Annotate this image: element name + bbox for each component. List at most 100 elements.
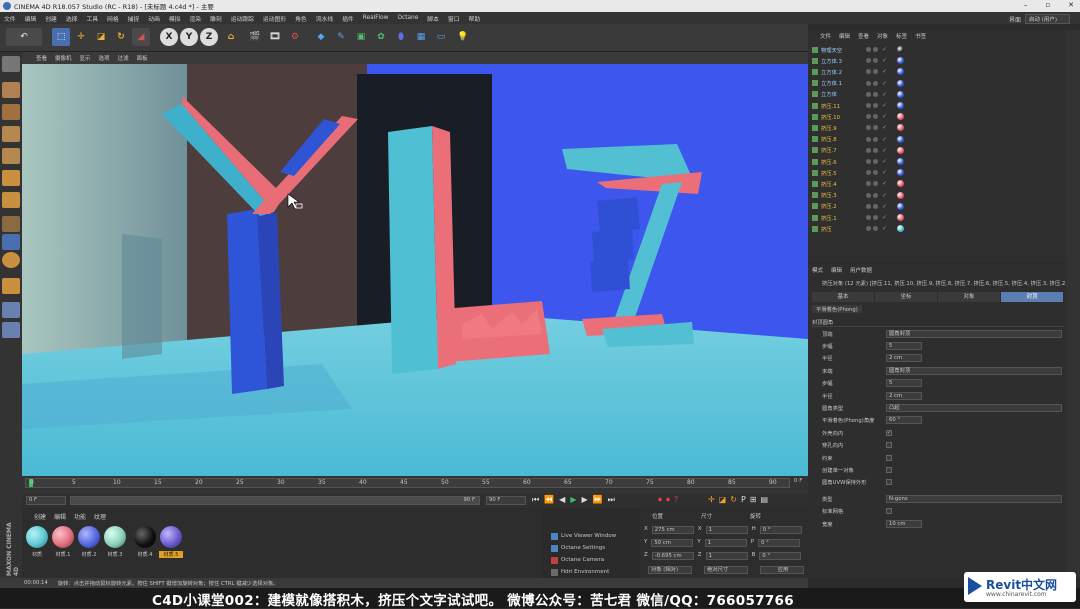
viewport-menu-options[interactable]: 选项 — [99, 54, 110, 62]
menu-animate[interactable]: 动画 — [148, 14, 160, 23]
enable-check-icon[interactable]: ✓ — [882, 147, 887, 154]
material-tag-icon[interactable] — [897, 202, 905, 210]
close-button[interactable]: ✕ — [1068, 1, 1074, 9]
material-tag-icon[interactable] — [897, 158, 905, 165]
keyframe-selection-icon[interactable]: ? — [674, 495, 678, 505]
material-swatch[interactable] — [52, 526, 74, 548]
material-tag-icon[interactable] — [897, 225, 905, 233]
cube-icon[interactable]: ◆ — [312, 28, 330, 46]
visibility-toggles[interactable] — [866, 203, 878, 209]
object-row[interactable]: 挤压.5 ✓ — [812, 167, 1064, 178]
menu-file[interactable]: 文件 — [4, 14, 16, 23]
position-field[interactable]: -0.695 cm — [651, 552, 694, 560]
attribute-number-field[interactable]: 10 cm — [886, 519, 922, 528]
material-swatch[interactable] — [78, 526, 100, 548]
minimize-button[interactable]: – — [1024, 1, 1028, 9]
select-icon[interactable]: ⬚ — [52, 28, 70, 46]
enable-check-icon[interactable]: ✓ — [882, 158, 887, 165]
tab-caps[interactable]: 封顶 — [1001, 292, 1064, 302]
menu-pipeline[interactable]: 流水线 — [316, 14, 333, 23]
attribute-checkbox[interactable] — [886, 442, 892, 449]
menu-sculpt[interactable]: 雕刻 — [210, 14, 222, 23]
menu-script[interactable]: 脚本 — [427, 14, 439, 23]
visibility-toggles[interactable] — [866, 91, 878, 97]
material-tag-icon[interactable] — [897, 46, 905, 53]
viewport-menu-display[interactable]: 显示 — [80, 54, 91, 62]
attr-menu-userdata[interactable]: 用户数据 — [850, 266, 872, 274]
octane-camera-item[interactable]: Octane Camera — [548, 554, 638, 566]
spline-pen-icon[interactable]: ✎ — [332, 28, 350, 46]
material-tag-icon[interactable] — [897, 102, 905, 109]
menu-edit[interactable]: 编辑 — [25, 14, 37, 23]
enable-check-icon[interactable]: ✓ — [882, 46, 887, 53]
material-menu-create[interactable]: 创建 — [34, 512, 46, 521]
object-row[interactable]: 挤压.11 ✓ — [812, 100, 1064, 111]
range-slider[interactable]: 90 F — [70, 496, 480, 505]
size-field[interactable]: 1 — [705, 526, 748, 534]
enable-check-icon[interactable]: ✓ — [882, 214, 887, 221]
attribute-checkbox[interactable] — [886, 454, 892, 461]
key-pla-icon[interactable]: ⊞ — [750, 495, 757, 504]
attribute-checkbox[interactable]: ✓ — [886, 429, 892, 436]
record-icon[interactable]: ⏺ — [658, 495, 662, 505]
recent-tool-icon[interactable]: ◢ — [132, 28, 150, 46]
soft-selection-icon[interactable] — [2, 234, 20, 250]
apply-button[interactable]: 应用 — [760, 566, 804, 574]
object-row[interactable]: 挤压 ✓ — [812, 223, 1064, 234]
obj-menu-objects[interactable]: 对象 — [877, 32, 888, 40]
material-swatch[interactable] — [160, 526, 182, 548]
octane-live-viewer-item[interactable]: Live Viewer Window — [548, 530, 638, 542]
menu-character[interactable]: 角色 — [295, 14, 307, 23]
visibility-toggles[interactable] — [866, 181, 878, 187]
attr-menu-mode[interactable]: 模式 — [812, 266, 823, 274]
object-row[interactable]: 挤压.7 ✓ — [812, 145, 1064, 156]
tab-object[interactable]: 对象 — [938, 292, 1001, 302]
z-axis-icon[interactable]: Z — [200, 28, 218, 46]
axis-mode-icon[interactable] — [2, 216, 20, 232]
size-field[interactable]: 1 — [704, 539, 747, 547]
object-row[interactable]: 挤压.9 ✓ — [812, 122, 1064, 133]
prev-frame-icon[interactable]: ◀ — [559, 495, 565, 505]
edges-mode-icon[interactable] — [2, 170, 20, 186]
end-frame-field[interactable]: 90 F — [486, 496, 526, 505]
attribute-number-field[interactable]: 60 ° — [886, 416, 922, 425]
visibility-toggles[interactable] — [866, 147, 878, 153]
object-row[interactable]: 挤压.1 ✓ — [812, 212, 1064, 223]
prev-key-icon[interactable]: ⏪ — [544, 495, 554, 505]
camera-icon[interactable]: ▭ — [432, 28, 450, 46]
obj-menu-view[interactable]: 查看 — [858, 32, 869, 40]
position-field[interactable]: 275 cm — [651, 526, 694, 534]
material-swatch[interactable] — [134, 526, 156, 548]
visibility-toggles[interactable] — [866, 114, 878, 120]
attribute-dropdown[interactable]: 圆角封顶 — [886, 329, 1062, 338]
enable-check-icon[interactable]: ✓ — [882, 180, 887, 187]
menu-realflow[interactable]: RealFlow — [363, 15, 389, 21]
start-frame-field[interactable]: 0 F — [26, 496, 66, 505]
timeline-window-icon[interactable]: ▤ — [761, 495, 769, 504]
workplane-icon[interactable] — [2, 126, 20, 142]
timeline-ruler[interactable]: 0 5 10 15 20 25 30 35 40 45 50 55 60 65 … — [25, 478, 790, 488]
render-settings-icon[interactable]: ⚙ — [286, 28, 304, 46]
obj-menu-edit[interactable]: 编辑 — [839, 32, 850, 40]
attribute-number-field[interactable]: 2 cm — [886, 354, 922, 363]
y-axis-icon[interactable]: Y — [180, 28, 198, 46]
go-to-start-icon[interactable]: ⏮ — [532, 495, 539, 505]
subdivision-icon[interactable]: ▣ — [352, 28, 370, 46]
attribute-number-field[interactable]: 2 cm — [886, 391, 922, 400]
visibility-toggles[interactable] — [866, 226, 878, 232]
material-tag-icon[interactable] — [897, 214, 905, 221]
visibility-toggles[interactable] — [866, 170, 878, 176]
key-position-icon[interactable]: ✛ — [708, 495, 715, 504]
size-field[interactable]: 1 — [705, 552, 748, 560]
attribute-checkbox[interactable] — [886, 466, 892, 473]
enable-check-icon[interactable]: ✓ — [882, 225, 887, 232]
material-tag-icon[interactable] — [897, 124, 905, 132]
menu-select[interactable]: 选择 — [66, 14, 78, 23]
cloner-icon[interactable]: ✿ — [372, 28, 390, 46]
material-tag-icon[interactable] — [897, 90, 905, 98]
obj-menu-tags[interactable]: 标签 — [896, 32, 907, 40]
x-axis-icon[interactable]: X — [160, 28, 178, 46]
visibility-toggles[interactable] — [866, 103, 878, 108]
object-row[interactable]: 立方体.3 ✓ — [812, 55, 1064, 66]
attribute-checkbox[interactable] — [886, 479, 892, 486]
